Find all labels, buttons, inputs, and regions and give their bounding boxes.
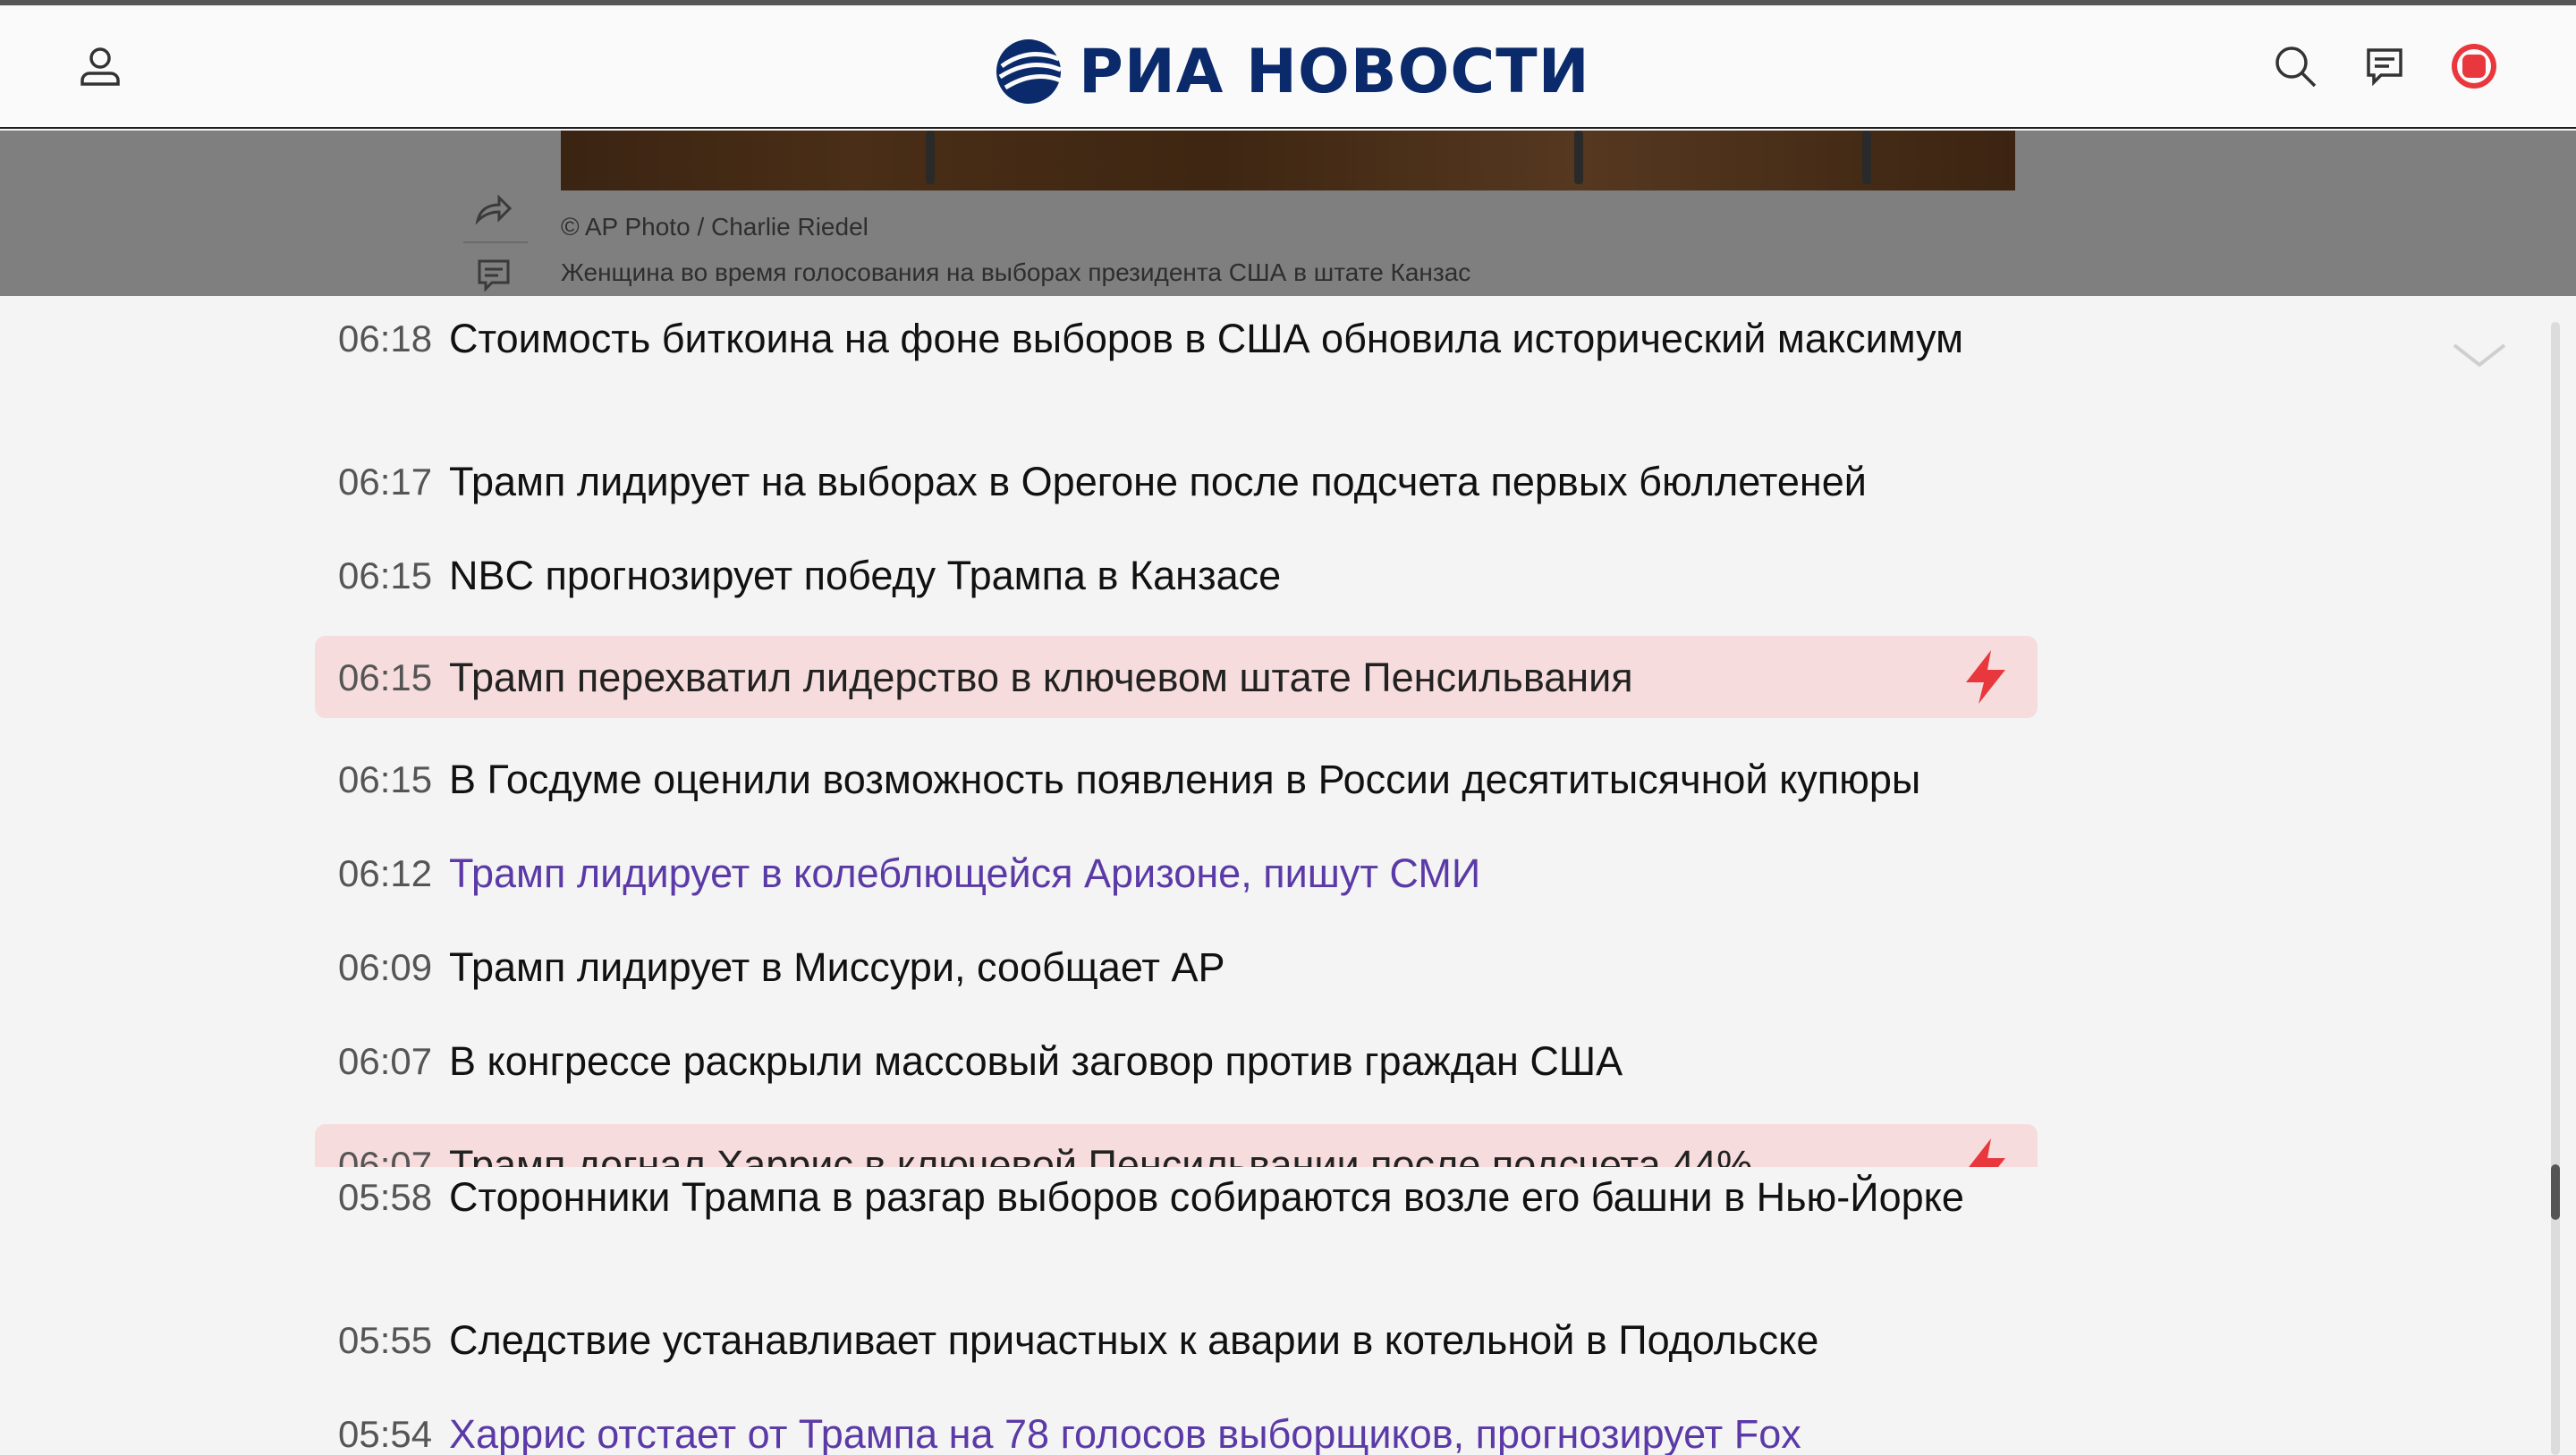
photo-detail	[926, 131, 935, 184]
news-item[interactable]: 06:18 Стоимость биткоина на фоне выборов…	[315, 314, 2038, 363]
news-title[interactable]: Стоимость биткоина на фоне выборов в США…	[449, 314, 1970, 363]
share-icon[interactable]	[467, 188, 521, 229]
logo-globe-icon	[996, 39, 1062, 104]
user-icon[interactable]	[72, 38, 129, 95]
scrollbar-track[interactable]	[2551, 322, 2560, 1455]
logo-text: РИА НОВОСТИ	[1079, 36, 1590, 107]
news-time: 06:07	[338, 1144, 433, 1167]
news-title[interactable]: Трамп лидирует в колеблющейся Аризоне, п…	[449, 849, 1970, 898]
lightning-icon	[1966, 650, 2005, 704]
site-header: РИА НОВОСТИ	[0, 5, 2576, 129]
news-title[interactable]: Трамп перехватил лидерство в ключевом шт…	[449, 653, 1970, 702]
photo-detail	[1862, 131, 1871, 184]
site-logo[interactable]: РИА НОВОСТИ	[993, 30, 1590, 113]
news-item-breaking[interactable]: 06:15 Трамп перехватил лидерство в ключе…	[315, 636, 2038, 718]
scrollbar-thumb[interactable]	[2551, 1164, 2560, 1220]
news-title[interactable]: Трамп лидирует в Миссури, сообщает AP	[449, 943, 1970, 992]
news-title[interactable]: NBC прогнозирует победу Трампа в Канзасе	[449, 551, 1970, 600]
news-title[interactable]: В конгрессе раскрыли массовый заговор пр…	[449, 1036, 1970, 1086]
news-time: 06:17	[338, 461, 433, 503]
news-title[interactable]: Сторонники Трампа в разгар выборов собир…	[449, 1172, 1970, 1222]
article-photo	[561, 131, 2015, 190]
news-title[interactable]: Харрис отстает от Трампа на 78 голосов в…	[449, 1409, 1970, 1455]
chevron-down-icon[interactable]	[2451, 340, 2508, 372]
live-record-icon[interactable]	[2445, 38, 2503, 95]
news-title[interactable]: Следствие устанавливает причастных к ава…	[449, 1315, 1970, 1365]
news-time: 06:12	[338, 852, 433, 894]
news-title[interactable]: Трамп догнал Харрис в ключевой Пенсильва…	[449, 1142, 1752, 1167]
chat-icon[interactable]	[2356, 38, 2413, 95]
news-title[interactable]: Трамп лидирует на выборах в Орегоне посл…	[449, 457, 1970, 506]
news-time: 06:15	[338, 758, 433, 800]
news-item[interactable]: 06:09 Трамп лидирует в Миссури, сообщает…	[315, 943, 2038, 992]
news-time: 05:58	[338, 1176, 433, 1218]
news-feed: 06:18 Стоимость биткоина на фоне выборов…	[0, 296, 2576, 1455]
news-item[interactable]: 05:54 Харрис отстает от Трампа на 78 гол…	[315, 1409, 2038, 1455]
news-time: 05:55	[338, 1319, 433, 1361]
news-time: 06:15	[338, 656, 433, 698]
side-divider	[463, 241, 528, 243]
news-item-breaking-partial[interactable]: 06:07 Трамп догнал Харрис в ключевой Пен…	[315, 1124, 2038, 1167]
news-time: 06:09	[338, 946, 433, 988]
news-time: 06:18	[338, 317, 433, 360]
comment-icon[interactable]	[467, 254, 521, 295]
photo-credit: © AP Photo / Charlie Riedel	[561, 213, 869, 241]
news-time: 06:15	[338, 554, 433, 596]
news-time: 05:54	[338, 1413, 433, 1455]
news-item[interactable]: 05:58 Сторонники Трампа в разгар выборов…	[315, 1172, 2038, 1222]
news-item[interactable]: 06:15 В Госдуме оценили возможность появ…	[315, 755, 2038, 804]
photo-caption: Женщина во время голосования на выборах …	[561, 258, 1471, 286]
search-icon[interactable]	[2267, 38, 2324, 95]
news-time: 06:07	[338, 1040, 433, 1082]
news-item[interactable]: 06:12 Трамп лидирует в колеблющейся Ариз…	[315, 849, 2038, 898]
news-item[interactable]: 06:17 Трамп лидирует на выборах в Орегон…	[315, 457, 2038, 506]
breaking-row: 06:07 Трамп догнал Харрис в ключевой Пен…	[315, 1124, 2038, 1167]
lightning-icon	[1969, 1138, 2005, 1167]
news-item[interactable]: 05:55 Следствие устанавливает причастных…	[315, 1315, 2038, 1365]
photo-detail	[1574, 131, 1583, 184]
news-item[interactable]: 06:07 В конгрессе раскрыли массовый заго…	[315, 1036, 2038, 1086]
news-item[interactable]: 06:15 NBC прогнозирует победу Трампа в К…	[315, 551, 2038, 600]
news-title[interactable]: В Госдуме оценили возможность появления …	[449, 755, 1970, 804]
